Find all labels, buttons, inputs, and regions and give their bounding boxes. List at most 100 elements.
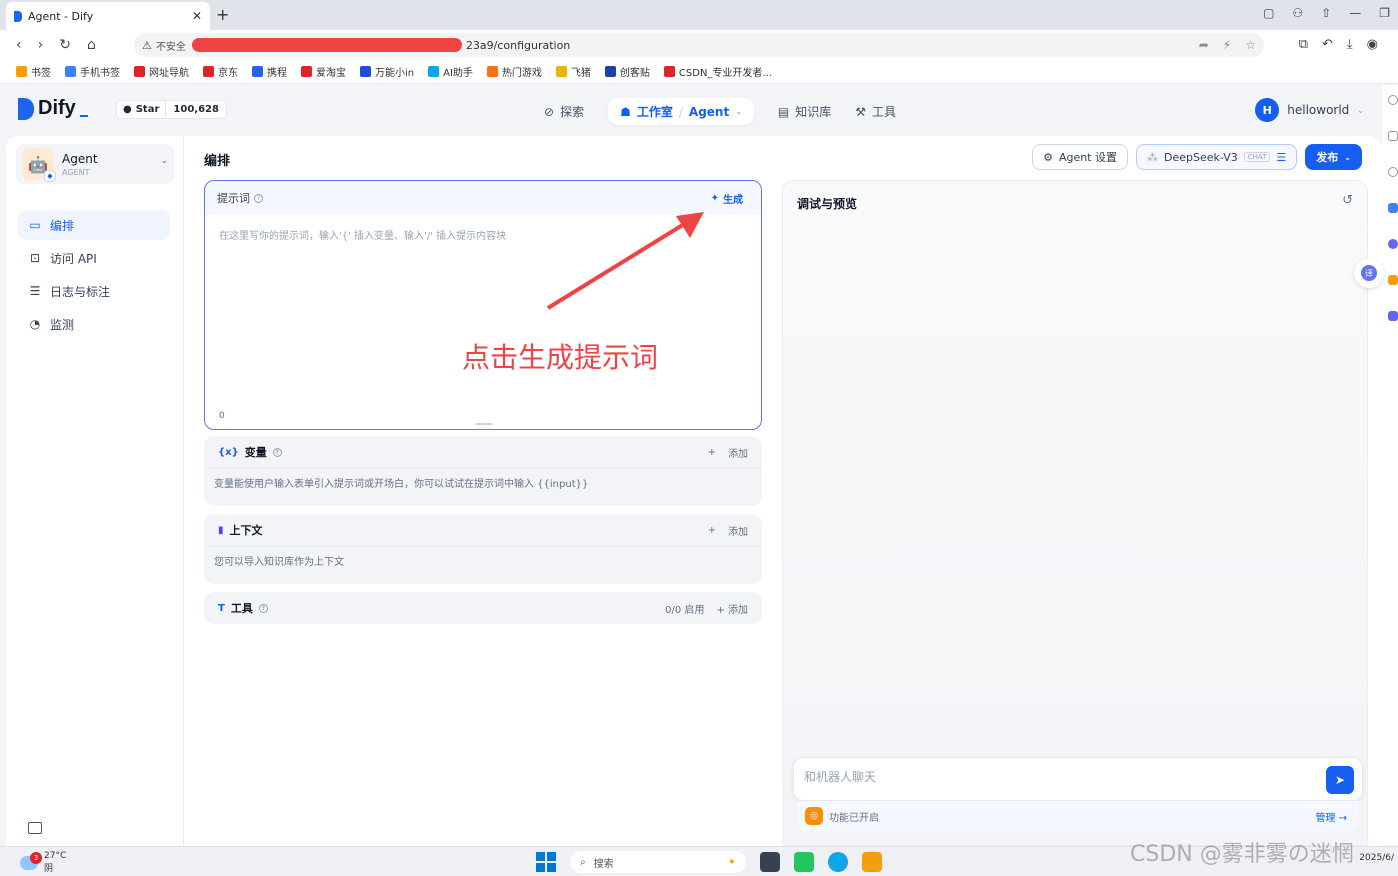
task-view-icon[interactable] [760, 852, 780, 872]
star-icon[interactable]: ☆ [1245, 38, 1256, 52]
bookmark-icon[interactable] [1388, 131, 1398, 141]
bookmark-label: 网址导航 [149, 68, 189, 79]
restore-icon[interactable]: ❐ [1379, 6, 1390, 20]
user-menu[interactable]: H helloworld ⌄ [1255, 98, 1364, 122]
sidebar-item-2[interactable]: ☰ 日志与标注 [18, 276, 170, 306]
nav-studio[interactable]: ☗ 工作室 / Agent ⌄ [608, 98, 754, 125]
variables-title: {x} 变量? [218, 444, 282, 460]
user-name: helloworld [1287, 103, 1350, 117]
nav-tools[interactable]: ⚒ 工具 [855, 103, 896, 120]
translate-button[interactable]: 译 [1354, 258, 1384, 288]
logo-text: Dify [38, 97, 76, 119]
bookmark-item[interactable]: 万能小in [360, 64, 414, 79]
home-icon[interactable]: ⌂ [87, 37, 96, 53]
windows-start-icon[interactable] [536, 852, 556, 872]
history-icon[interactable] [1388, 167, 1398, 177]
file-explorer-icon[interactable] [862, 852, 882, 872]
bookmark-item[interactable]: 飞猪 [555, 64, 591, 79]
chevron-down-icon: ⌄ [735, 107, 742, 116]
bookmark-item[interactable]: 网址导航 [134, 64, 189, 79]
chat-input[interactable] [804, 770, 1284, 784]
chat-icon[interactable] [1388, 239, 1398, 249]
help-icon[interactable]: ? [272, 447, 282, 457]
app-info: Agent AGENT [62, 152, 98, 177]
dify-logo[interactable]: Dify [18, 97, 88, 120]
tools-actions: 0/0 启用 + 添加 [665, 601, 748, 616]
bookmark-item[interactable]: AI助手 [428, 64, 473, 79]
weather-widget[interactable]: 3 27°C 阴 [20, 851, 66, 874]
bookmark-item[interactable]: 携程 [252, 64, 287, 79]
help-icon[interactable]: ? [258, 603, 268, 613]
ai-icon[interactable] [1388, 203, 1398, 213]
model-selector[interactable]: ⁂ DeepSeek-V3 CHAT ☰ [1136, 144, 1298, 170]
nav-explore[interactable]: ⊘ 探索 [544, 103, 584, 120]
logo-underscore [79, 114, 88, 117]
new-tab-icon[interactable]: + [216, 5, 229, 24]
bookmark-item[interactable]: 热门游戏 [486, 64, 542, 79]
refresh-icon[interactable]: ↺ [1342, 193, 1353, 208]
edge-browser-icon[interactable] [828, 852, 848, 872]
send-icon: ➤ [1334, 773, 1346, 787]
browser-tab[interactable]: Agent - Dify ✕ [6, 2, 210, 30]
notification-badge: 3 [30, 851, 42, 864]
lightning-icon[interactable]: ⚡ [1223, 38, 1231, 52]
send-button[interactable]: ➤ [1326, 766, 1354, 794]
extensions-icon[interactable]: ⚇ [1292, 6, 1303, 20]
pin-icon[interactable]: ⇧ [1321, 6, 1331, 20]
manage-link[interactable]: 管理 → [1315, 809, 1347, 824]
model-icon: ⁂ [1147, 150, 1158, 164]
download-icon[interactable]: ⤓ [1347, 37, 1353, 52]
github-star-label: Star [135, 104, 160, 115]
bookmark-item[interactable]: 爱淘宝 [301, 64, 346, 79]
github-star-button[interactable]: ● Star 100,628 [116, 100, 227, 119]
app-switcher[interactable]: 🤖 ◆ Agent AGENT ⌄ [16, 144, 174, 184]
publish-button[interactable]: 发布 ⌄ [1305, 144, 1362, 170]
app-icon[interactable] [1388, 311, 1398, 321]
taskbar-search[interactable]: ⌕ 搜索 ✦ [570, 851, 746, 873]
robot-avatar-icon: 🤖 ◆ [22, 148, 56, 182]
model-badge: CHAT [1243, 152, 1271, 162]
back-icon[interactable]: ‹ [16, 37, 22, 53]
close-icon[interactable]: ✕ [192, 9, 202, 23]
sidebar-item-label: 访问 API [50, 251, 97, 266]
app-window-icon[interactable] [794, 852, 814, 872]
bookmark-item[interactable]: 创客贴 [604, 64, 650, 79]
main-nav: ⊘ 探索 ☗ 工作室 / Agent ⌄ ▤ 知识库 ⚒ 工具 [544, 98, 896, 125]
prompt-placeholder: 在这里写你的提示词，输入'{' 插入变量、输入'/' 插入提示内容块 [219, 231, 507, 242]
bookmark-item[interactable]: 手机书签 [65, 64, 120, 79]
bookmark-icon [203, 66, 214, 77]
tools-header: T 工具? 0/0 启用 + 添加 [204, 592, 762, 624]
sidebar-item-3[interactable]: ◔ 监测 [18, 309, 170, 339]
tools-add-button[interactable]: + 添加 [716, 601, 748, 616]
bookmark-item[interactable]: 书签 [16, 64, 51, 79]
taskbar-apps: ⌕ 搜索 ✦ [536, 851, 882, 873]
variables-add-button[interactable]: + 添加 [708, 445, 748, 460]
game-icon[interactable] [1388, 275, 1398, 285]
bookmark-item[interactable]: CSDN_专业开发者... [663, 64, 772, 79]
extension-icon[interactable]: ⧉ [1299, 37, 1308, 52]
share-icon[interactable]: ➦ [1199, 38, 1209, 52]
sidebar-icon[interactable] [1388, 95, 1398, 105]
resize-handle[interactable] [475, 423, 493, 425]
nav-knowledge[interactable]: ▤ 知识库 [778, 103, 831, 120]
annotation-arrow [546, 212, 704, 310]
sidebar-item-1[interactable]: ⊡ 访问 API [18, 243, 170, 273]
undo-icon[interactable]: ↶ [1322, 37, 1333, 52]
features-enabled-text: 功能已开启 [829, 812, 879, 824]
bookmark-item[interactable]: 京东 [203, 64, 238, 79]
context-add-button[interactable]: + 添加 [708, 523, 748, 538]
nav-separator: / [678, 104, 683, 119]
side-menu: ▭ 编排 ⊡ 访问 API ☰ 日志与标注 ◔ 监测 [18, 210, 170, 342]
reload-icon[interactable]: ↻ [59, 37, 71, 53]
nav-agent-label[interactable]: Agent [689, 105, 729, 119]
sidebar-toggle-icon[interactable] [28, 822, 42, 834]
url-input[interactable]: ⚠ 不安全 23a9/configuration ➦ ⚡ ☆ [134, 33, 1264, 57]
minimize-icon[interactable]: — [1349, 6, 1361, 20]
forward-icon[interactable]: › [38, 37, 44, 53]
profile-icon[interactable]: ◉ [1367, 37, 1378, 52]
agent-settings-button[interactable]: ⚙ Agent 设置 [1032, 144, 1128, 170]
sliders-icon[interactable]: ☰ [1276, 151, 1286, 164]
help-icon[interactable]: ? [254, 193, 263, 203]
tab-list-icon[interactable]: ▢ [1263, 6, 1274, 20]
sidebar-item-0[interactable]: ▭ 编排 [18, 210, 170, 240]
